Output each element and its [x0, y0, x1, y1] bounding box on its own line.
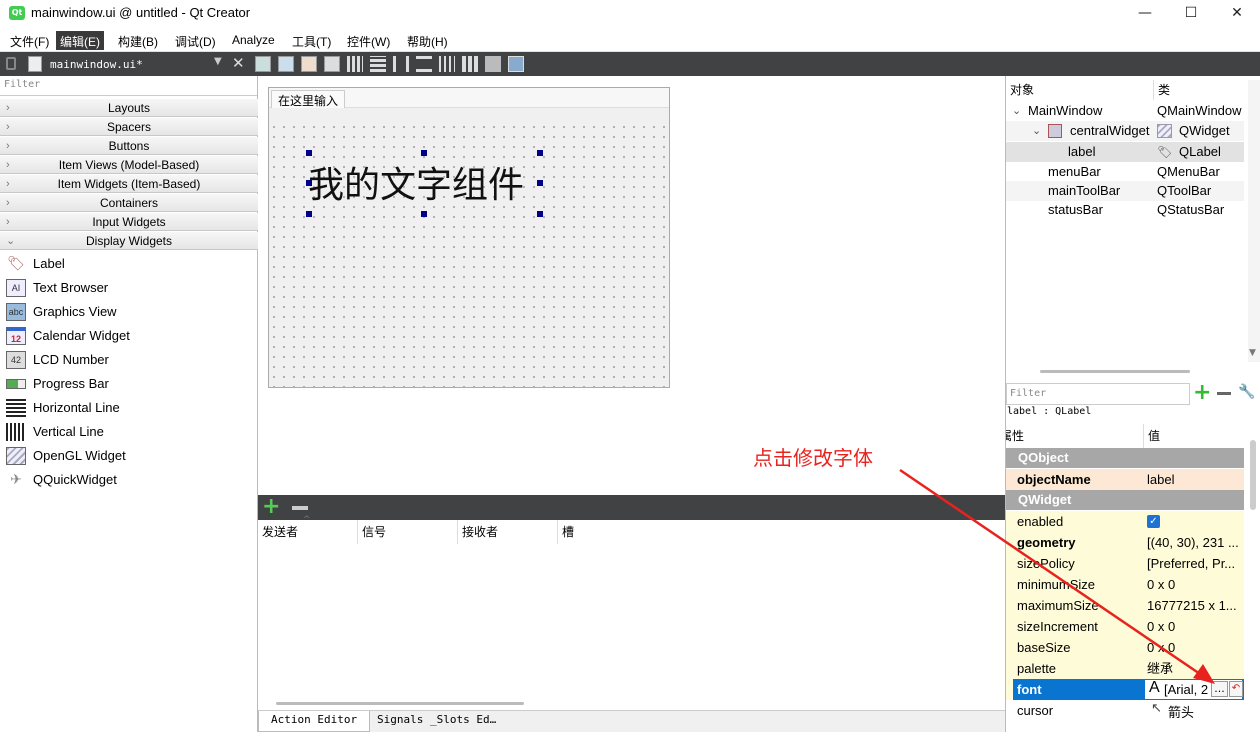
- annotation-arrow-line: [899, 468, 1204, 678]
- annotation-arrow-head: [1193, 664, 1215, 684]
- annotation-arrow: [899, 468, 1215, 684]
